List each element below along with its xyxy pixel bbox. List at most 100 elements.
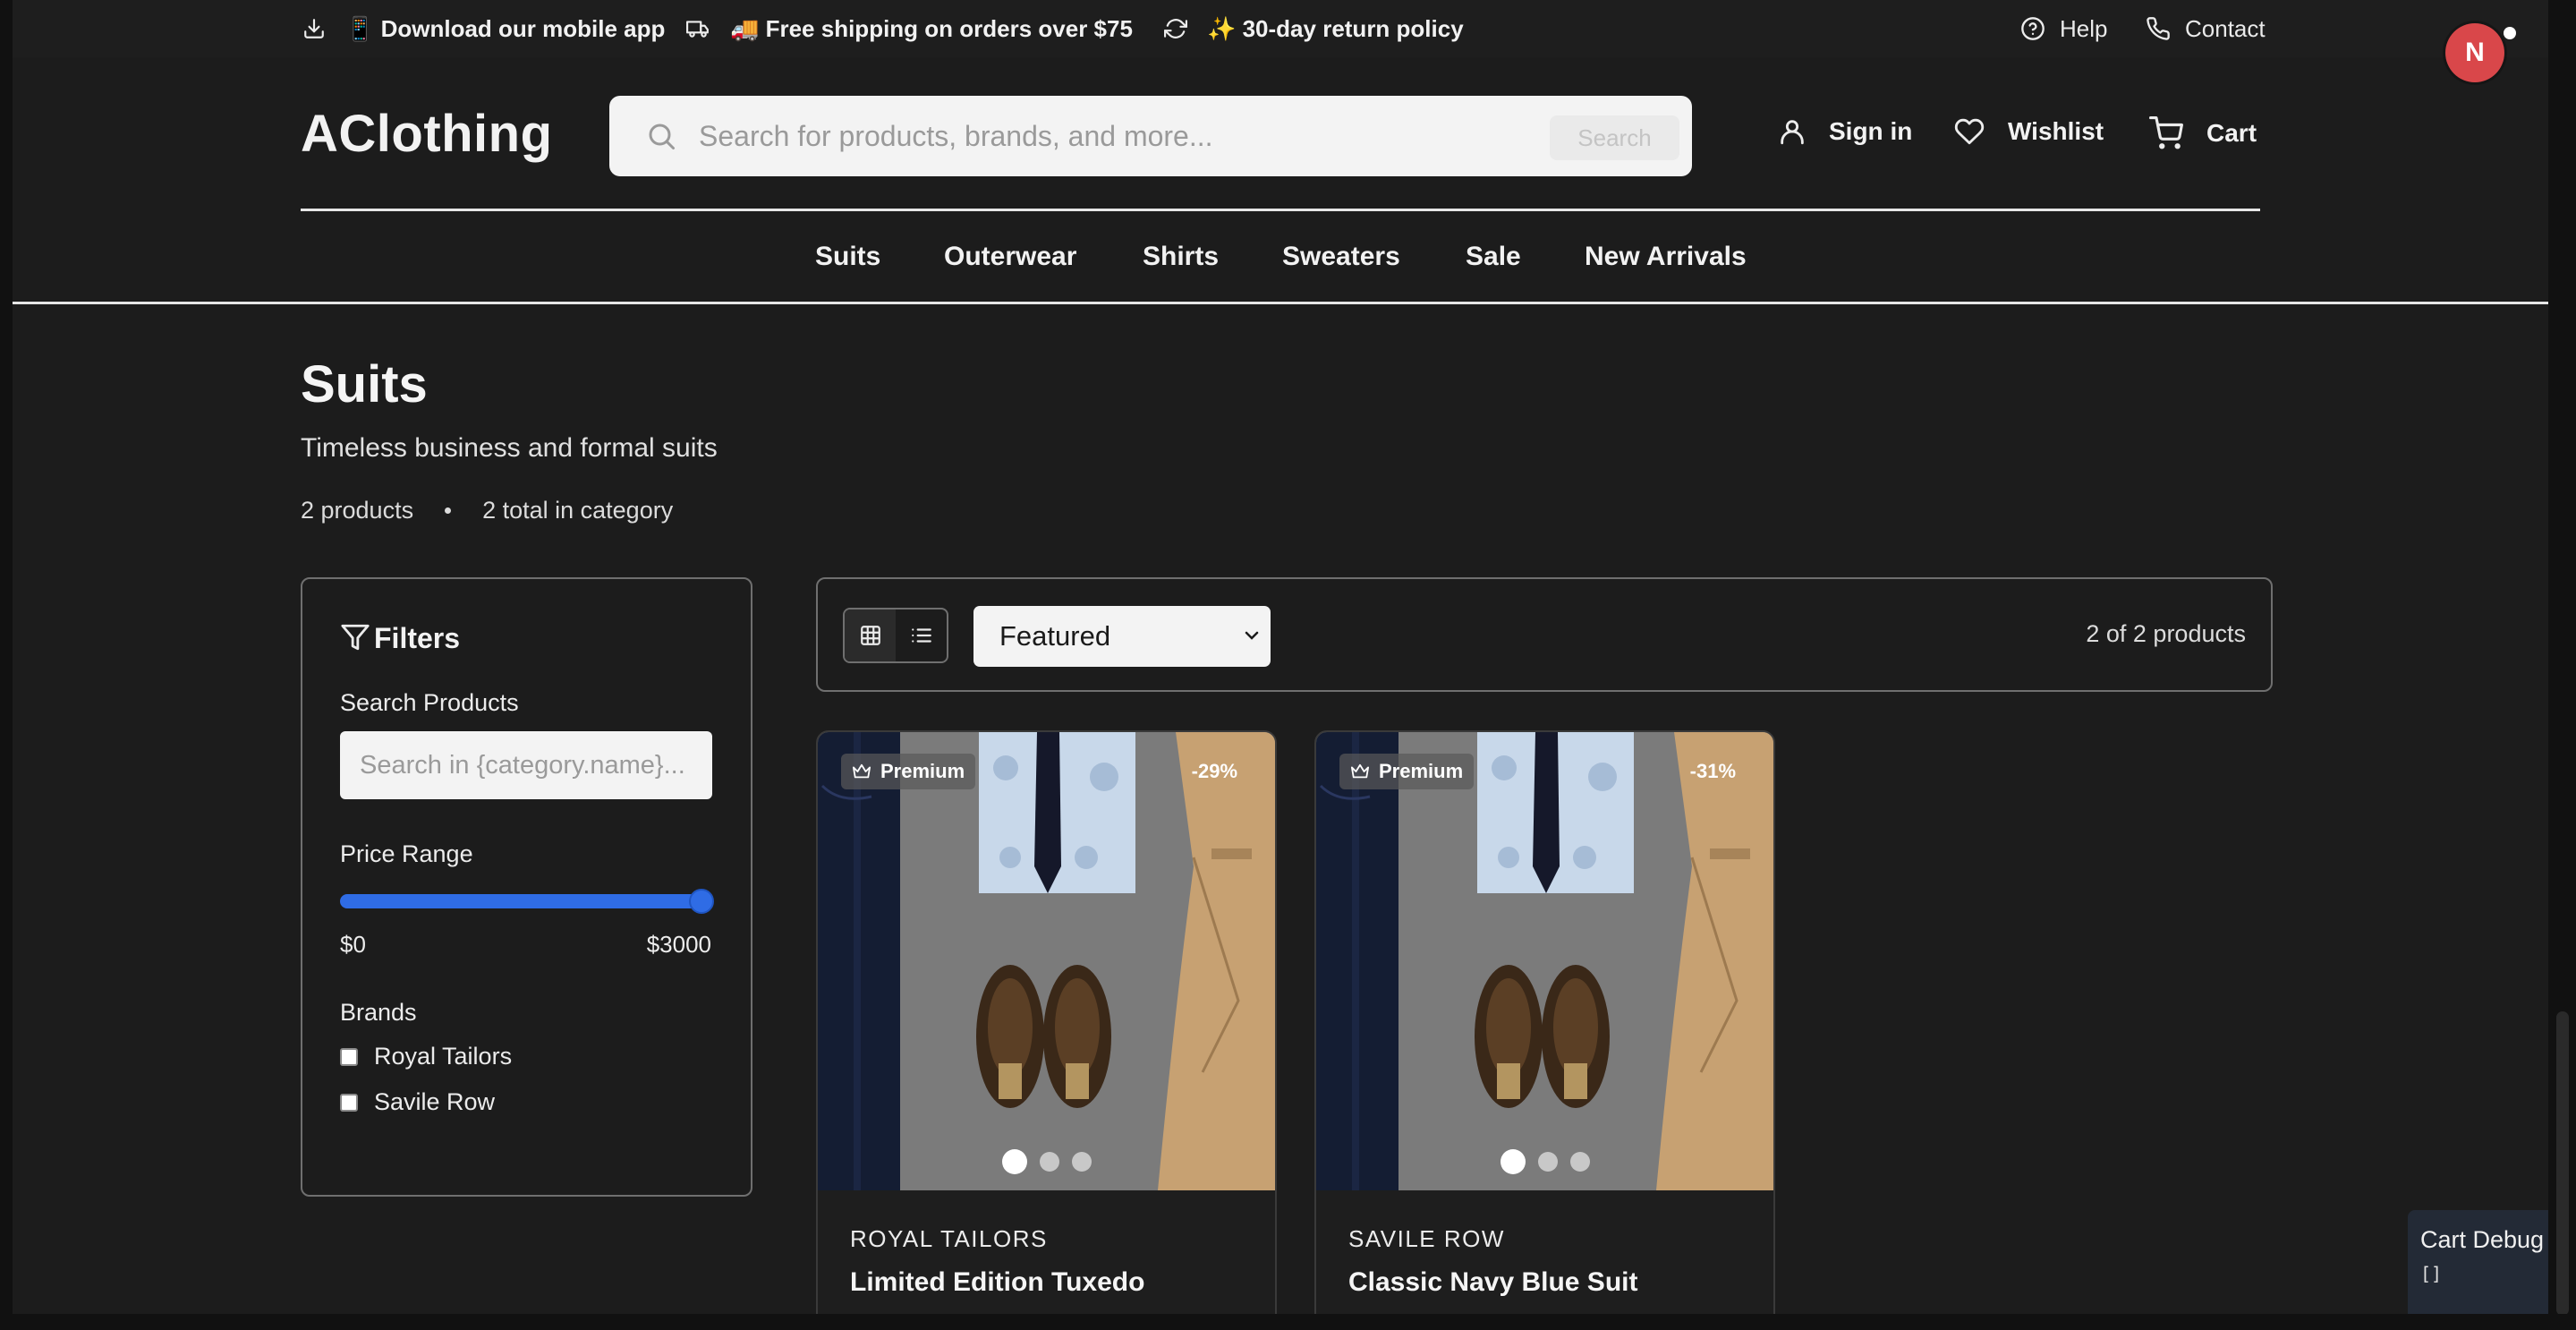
image-carousel-dots (1316, 1149, 1773, 1174)
product-image[interactable]: Premium -31% (1316, 732, 1773, 1190)
results-toolbar: Featured 2 of 2 products (816, 577, 2273, 692)
product-card[interactable]: Premium -29% ROYAL TAILORS Limited Editi… (816, 730, 1277, 1314)
wishlist-label: Wishlist (2008, 117, 2104, 145)
nav-item-outerwear[interactable]: Outerwear (944, 242, 1076, 272)
product-image[interactable]: Premium -29% (818, 732, 1275, 1190)
premium-badge: Premium (841, 754, 976, 789)
premium-label: Premium (1379, 760, 1464, 782)
discount-badge: -29% (1191, 760, 1237, 782)
page: 📱 Download our mobile app 🚚 Free shippin… (13, 0, 2548, 1314)
user-icon (1781, 120, 1804, 145)
filter-search-input[interactable] (340, 731, 712, 799)
crown-icon (1350, 763, 1369, 779)
contact-link[interactable]: Contact (2146, 0, 2266, 57)
search-products-label: Search Products (340, 689, 519, 716)
checkbox[interactable] (340, 1047, 358, 1066)
promo-app[interactable]: 📱 Download our mobile app (302, 0, 665, 57)
nav-item-sweaters[interactable]: Sweaters (1282, 242, 1400, 272)
cart-debug-title: Cart Debug (2420, 1226, 2545, 1253)
list-icon (911, 628, 931, 643)
nav-item-shirts[interactable]: Shirts (1143, 242, 1219, 272)
price-range-handle[interactable] (689, 889, 714, 914)
category-description: Timeless business and formal suits (301, 433, 718, 463)
nav-item-new-arrivals[interactable]: New Arrivals (1585, 242, 1747, 272)
brand-checkbox-savile-row[interactable]: Savile Row (340, 1088, 495, 1116)
top-bar: 📱 Download our mobile app 🚚 Free shippin… (13, 0, 2548, 57)
product-count: 2 products (301, 497, 414, 524)
brand-label: Royal Tailors (374, 1043, 513, 1070)
crown-icon (853, 763, 871, 779)
sign-in-button[interactable]: Sign in (1777, 116, 1912, 147)
help-label: Help (2060, 14, 2108, 42)
search-button[interactable]: Search (1550, 115, 1679, 160)
product-brand: SAVILE ROW (1348, 1225, 1505, 1252)
brand-checkbox-royal-tailors[interactable]: Royal Tailors (340, 1043, 512, 1070)
grid-icon (860, 626, 880, 645)
brand-label: Savile Row (374, 1088, 496, 1115)
category-counts: 2 products 2 total in category (301, 497, 673, 524)
premium-label: Premium (880, 760, 965, 782)
promo-shipping: 🚚 Free shipping on orders over $75 (685, 0, 1133, 57)
sort-value: Featured (999, 620, 1111, 652)
carousel-dot[interactable] (1039, 1152, 1059, 1172)
search-input[interactable] (699, 115, 1504, 157)
product-name[interactable]: Classic Navy Blue Suit (1348, 1267, 1637, 1298)
result-count: 2 of 2 products (2086, 620, 2246, 647)
category-total: 2 total in category (482, 497, 674, 524)
site-search: Search (609, 96, 1692, 176)
checkbox[interactable] (340, 1093, 358, 1112)
premium-badge: Premium (1339, 754, 1475, 789)
avatar-status-dot (2504, 27, 2516, 39)
search-icon (649, 124, 675, 149)
wishlist-button[interactable]: Wishlist (1952, 116, 2104, 147)
sort-select[interactable]: Featured (973, 606, 1271, 667)
nav-item-suits[interactable]: Suits (815, 242, 880, 272)
heart-icon (1954, 118, 1985, 145)
product-name[interactable]: Limited Edition Tuxedo (850, 1267, 1144, 1298)
product-brand: ROYAL TAILORS (850, 1225, 1048, 1252)
refresh-icon (1164, 19, 1187, 38)
view-toggle (843, 608, 948, 663)
promo-app-text: 📱 Download our mobile app (345, 14, 666, 42)
price-range-slider[interactable] (340, 894, 712, 908)
page-title: Suits (301, 355, 428, 413)
price-range-label: Price Range (340, 840, 473, 867)
promo-returns-text: ✨ 30-day return policy (1207, 14, 1464, 42)
sign-in-label: Sign in (1829, 117, 1913, 145)
product-card[interactable]: Premium -31% SAVILE ROW Classic Navy Blu… (1314, 730, 1775, 1314)
separator-dot (445, 507, 452, 514)
phone-icon (2147, 17, 2170, 40)
image-carousel-dots (818, 1149, 1275, 1174)
product-photo (1316, 732, 1773, 1190)
help-link[interactable]: Help (2020, 0, 2107, 57)
carousel-dot[interactable] (1001, 1149, 1027, 1174)
grid-view-button[interactable] (845, 610, 896, 661)
carousel-dot[interactable] (1569, 1152, 1590, 1172)
help-circle-icon (2021, 17, 2045, 40)
contact-label: Contact (2185, 14, 2266, 42)
cart-debug-content: [] (2420, 1263, 2443, 1284)
cart-debug-panel: Cart Debug [] (2408, 1210, 2548, 1314)
promo-shipping-text: 🚚 Free shipping on orders over $75 (730, 14, 1133, 42)
discount-badge: -31% (1689, 760, 1736, 782)
cart-icon (2149, 116, 2183, 149)
product-photo (818, 732, 1275, 1190)
list-view-button[interactable] (896, 610, 947, 661)
chevron-down-icon (1245, 631, 1259, 640)
cart-label: Cart (2206, 119, 2257, 147)
truck-icon (686, 21, 709, 38)
site-logo[interactable]: AClothing (301, 104, 553, 164)
carousel-dot[interactable] (1071, 1152, 1092, 1172)
price-max: $3000 (646, 931, 711, 958)
filters-title: Filters (374, 622, 461, 654)
price-min: $0 (340, 931, 366, 958)
category-nav: Suits Outerwear Shirts Sweaters Sale New… (13, 233, 2548, 283)
nav-divider (13, 302, 2548, 304)
cart-button[interactable]: Cart (2147, 116, 2257, 150)
page-scrollbar[interactable] (2556, 1011, 2569, 1316)
user-avatar[interactable]: N (2445, 23, 2504, 82)
nav-item-sale[interactable]: Sale (1466, 242, 1521, 272)
promo-returns: ✨ 30-day return policy (1164, 0, 1464, 57)
carousel-dot[interactable] (1537, 1152, 1558, 1172)
carousel-dot[interactable] (1500, 1149, 1526, 1174)
